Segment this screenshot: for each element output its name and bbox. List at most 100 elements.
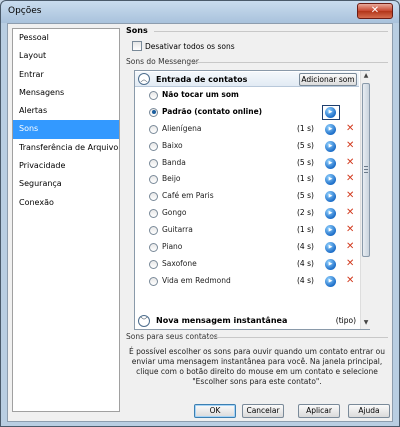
sounds-panel: Sons Desativar todos os sons Sons do Mes… xyxy=(124,24,390,423)
sound-rows: Não tocar um som Padrão (contato online) ▶… xyxy=(135,87,359,290)
cancel-button[interactable]: Cancelar xyxy=(242,404,284,418)
contact-sounds-label: Sons para seus contatos xyxy=(126,332,218,341)
sound-radio[interactable] xyxy=(149,141,158,151)
nav-item[interactable]: Alertas xyxy=(13,102,119,120)
scroll-down-icon[interactable]: ▼ xyxy=(362,319,370,327)
expand-chevron-icon[interactable]: ﹀ xyxy=(138,314,150,327)
nav-item[interactable]: Conexão xyxy=(13,194,119,212)
play-icon[interactable]: ▶ xyxy=(325,275,336,287)
delete-x-icon[interactable]: ✕ xyxy=(346,258,354,270)
checkbox-box[interactable] xyxy=(132,41,142,51)
add-sound-button[interactable]: Adicionar som xyxy=(299,72,357,86)
sound-row[interactable]: Guitarra (1 s) ▶ ✕ xyxy=(135,222,359,239)
play-icon[interactable]: ▶ xyxy=(325,106,336,118)
sound-radio[interactable] xyxy=(149,226,158,236)
sound-label: Guitarra xyxy=(162,225,193,235)
sound-row[interactable]: Banda (5 s) ▶ ✕ xyxy=(135,155,359,172)
group-label: Entrada de contatos xyxy=(156,74,248,84)
sound-label: Piano xyxy=(162,242,183,252)
sound-label: Café em Paris xyxy=(162,191,214,201)
play-icon[interactable]: ▶ xyxy=(325,191,336,203)
sound-row[interactable]: Beijo (1 s) ▶ ✕ xyxy=(135,171,359,188)
delete-x-icon[interactable]: ✕ xyxy=(346,173,354,185)
disable-all-label: Desativar todos os sons xyxy=(145,41,235,51)
sound-duration: (2 s) xyxy=(297,208,314,218)
sound-radio[interactable] xyxy=(149,259,158,269)
sound-row[interactable]: Padrão (contato online) ▶ xyxy=(135,104,359,121)
sound-radio[interactable] xyxy=(149,124,158,134)
scroll-up-icon[interactable]: ▲ xyxy=(362,72,370,80)
group-header-contact-signin[interactable]: ︿ Entrada de contatos Adicionar som xyxy=(135,72,359,87)
nav-item[interactable]: Segurança xyxy=(13,175,119,193)
play-icon[interactable]: ▶ xyxy=(325,225,336,237)
sound-duration: (5 s) xyxy=(297,191,314,201)
play-icon[interactable]: ▶ xyxy=(325,242,336,254)
grip-line xyxy=(364,166,368,167)
nav-item[interactable]: Transferência de Arquivo xyxy=(13,139,119,157)
sound-radio[interactable] xyxy=(149,276,158,286)
sound-radio[interactable] xyxy=(149,192,158,202)
sound-radio[interactable] xyxy=(149,91,158,100)
group-divider xyxy=(190,62,388,63)
sound-duration: (4 s) xyxy=(297,275,314,285)
sound-row[interactable]: Piano (4 s) ▶ ✕ xyxy=(135,239,359,256)
delete-x-icon[interactable]: ✕ xyxy=(346,157,354,169)
delete-x-icon[interactable]: ✕ xyxy=(346,241,354,253)
nav-item[interactable]: Sons xyxy=(13,120,119,139)
sound-label: Saxofone xyxy=(162,258,197,268)
options-window: Opções ✕ Pessoal Layout Entrar Mensagens Ale… xyxy=(0,0,400,427)
section-heading: Sons xyxy=(126,26,148,35)
delete-x-icon[interactable]: ✕ xyxy=(346,224,354,236)
delete-x-icon[interactable]: ✕ xyxy=(346,123,354,135)
delete-x-icon[interactable]: ✕ xyxy=(346,275,354,287)
disable-all-sounds-checkbox[interactable]: Desativar todos os sons xyxy=(132,40,235,52)
sound-label: Gongo xyxy=(162,208,187,218)
sound-row[interactable]: Vida em Redmond (4 s) ▶ ✕ xyxy=(135,273,359,290)
play-icon[interactable]: ▶ xyxy=(325,208,336,220)
sound-label: Não tocar um som xyxy=(162,90,239,99)
group-suffix: (tipo) xyxy=(335,316,356,325)
nav-item[interactable]: Privacidade xyxy=(13,157,119,175)
sound-row[interactable]: Café em Paris (5 s) ▶ ✕ xyxy=(135,188,359,205)
sound-row[interactable]: Saxofone (4 s) ▶ ✕ xyxy=(135,256,359,273)
apply-button[interactable]: Aplicar xyxy=(298,404,340,418)
play-icon[interactable]: ▶ xyxy=(325,157,336,169)
sound-row[interactable]: Alienígena (1 s) ▶ ✕ xyxy=(135,121,359,138)
sound-row[interactable]: Baixo (5 s) ▶ ✕ xyxy=(135,138,359,155)
sound-radio[interactable] xyxy=(149,209,158,219)
play-icon[interactable]: ▶ xyxy=(325,174,336,186)
sound-label: Banda xyxy=(162,157,186,167)
ok-button[interactable]: OK xyxy=(194,404,236,418)
play-icon[interactable]: ▶ xyxy=(325,258,336,270)
close-button[interactable]: ✕ xyxy=(357,3,393,19)
delete-x-icon[interactable]: ✕ xyxy=(346,207,354,219)
sound-duration: (4 s) xyxy=(297,242,314,252)
sound-row[interactable]: Gongo (2 s) ▶ ✕ xyxy=(135,205,359,222)
grip-line xyxy=(364,169,368,170)
sounds-listbox[interactable]: ︿ Entrada de contatos Adicionar som Não … xyxy=(134,70,370,330)
messenger-sounds-label: Sons do Messenger xyxy=(126,57,199,66)
group-header-new-message[interactable]: ﹀ Nova mensagem instantânea (tipo) xyxy=(135,313,359,328)
help-button[interactable]: Ajuda xyxy=(348,404,390,418)
scroll-thumb[interactable] xyxy=(362,83,370,257)
sound-radio[interactable] xyxy=(149,158,158,168)
delete-x-icon[interactable]: ✕ xyxy=(346,190,354,202)
title-bar: Opções ✕ xyxy=(1,1,399,23)
play-icon[interactable]: ▶ xyxy=(325,123,336,135)
collapse-chevron-icon[interactable]: ︿ xyxy=(138,73,150,85)
nav-item[interactable]: Pessoal xyxy=(13,29,119,47)
nav-item[interactable]: Mensagens xyxy=(13,84,119,102)
play-icon[interactable]: ▶ xyxy=(325,140,336,152)
nav-item[interactable]: Layout xyxy=(13,47,119,65)
sound-radio[interactable] xyxy=(149,243,158,253)
sound-radio[interactable] xyxy=(149,107,158,117)
vertical-scrollbar[interactable]: ▲ ▼ xyxy=(360,71,370,329)
nav-item[interactable]: Entrar xyxy=(13,66,119,84)
sound-row[interactable]: Não tocar um som xyxy=(135,87,359,104)
sound-radio[interactable] xyxy=(149,175,158,185)
sound-label: Beijo xyxy=(162,174,181,184)
group-divider xyxy=(206,337,388,338)
sound-label: Baixo xyxy=(162,140,183,150)
delete-x-icon[interactable]: ✕ xyxy=(346,140,354,152)
heading-divider xyxy=(154,31,388,32)
